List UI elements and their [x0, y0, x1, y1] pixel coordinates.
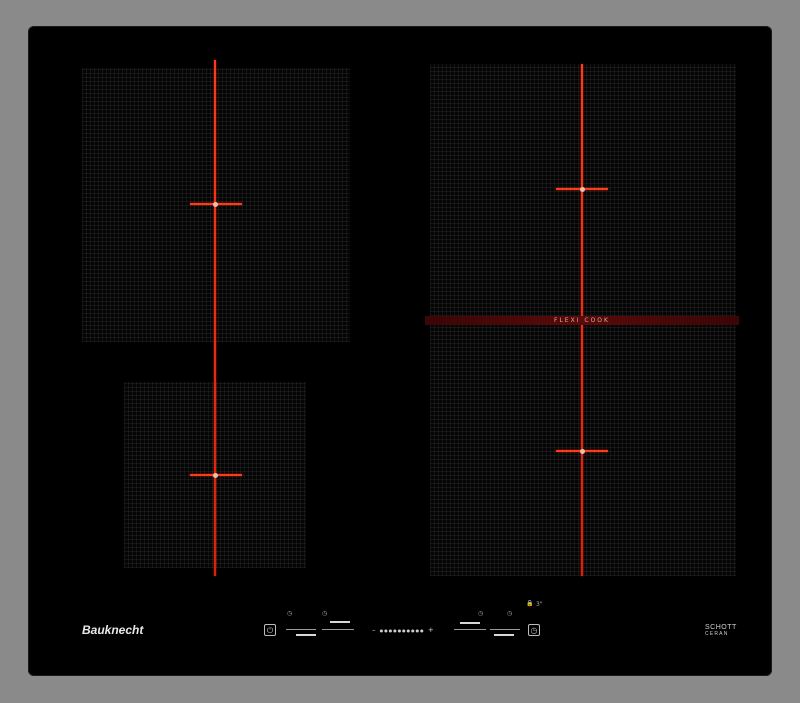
power-slider[interactable]: – ●●●●●●●●●● + — [372, 626, 435, 635]
timer-icon: ◷ — [478, 610, 484, 617]
zone-indicator-rear-left — [296, 634, 316, 636]
zone-line-left — [214, 60, 216, 576]
zone-center-top-right — [580, 187, 585, 192]
timer-button[interactable]: ◷ — [528, 624, 540, 636]
zone-center-top-left — [213, 202, 218, 207]
flexi-cook-label: FLEXI COOK — [554, 317, 610, 324]
zone-select-front-right[interactable] — [490, 629, 520, 630]
glass-brand: SCHOTT CERAN — [705, 624, 737, 638]
zone-indicator-front-left — [330, 621, 350, 623]
slider-minus[interactable]: – — [372, 626, 377, 634]
timer-icon: ◷ — [322, 610, 328, 617]
zone-indicator-rear-right — [460, 622, 480, 624]
zone-select-rear-right[interactable] — [454, 629, 486, 630]
lock-icon[interactable]: 🔒 — [526, 601, 533, 607]
zone-center-bottom-right — [580, 449, 585, 454]
glass-brand-sub: CERAN — [705, 631, 729, 637]
zone-select-front-left[interactable] — [322, 629, 354, 630]
cooktop-glass — [28, 26, 772, 676]
slider-plus[interactable]: + — [428, 626, 435, 634]
power-button[interactable]: ⏻ — [264, 624, 276, 636]
brand-logo: Bauknecht — [82, 623, 144, 637]
timer-icon: ◷ — [287, 610, 293, 617]
slider-level-dots[interactable]: ●●●●●●●●●● — [380, 628, 425, 633]
zone-center-bottom-left — [213, 473, 218, 478]
lock-label: 3" — [536, 601, 543, 608]
zone-select-rear-left[interactable] — [286, 629, 316, 630]
glass-brand-name: SCHOTT — [705, 624, 737, 631]
timer-icon: ◷ — [507, 610, 513, 617]
zone-indicator-front-right — [494, 634, 514, 636]
